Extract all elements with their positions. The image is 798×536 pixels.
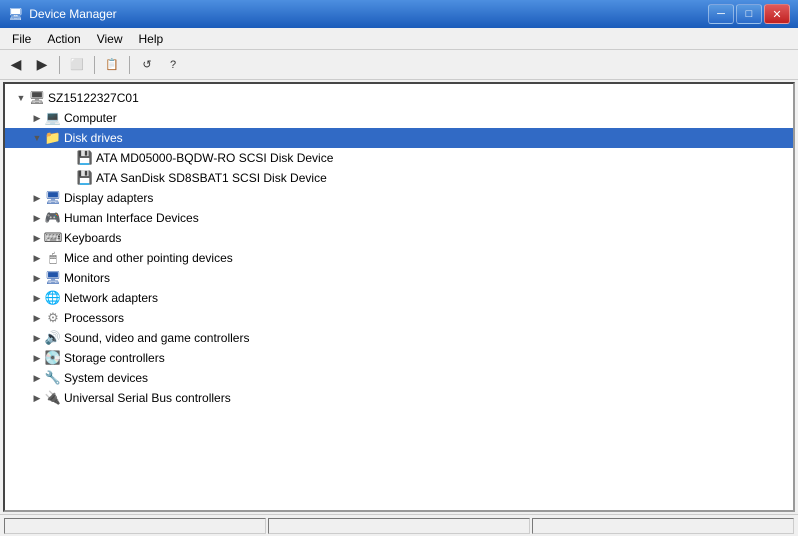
icon-computer: 🖥 [29, 90, 45, 106]
toggle-display[interactable]: ▶ [29, 190, 45, 206]
back-button[interactable]: ◀ [4, 54, 28, 76]
window-title: Device Manager [29, 7, 116, 21]
toggle-usb[interactable]: ▶ [29, 390, 45, 406]
label-disk2: ATA SanDisk SD8SBAT1 SCSI Disk Device [96, 171, 327, 185]
toggle-network[interactable]: ▶ [29, 290, 45, 306]
menu-bar: File Action View Help [0, 28, 798, 50]
status-pane-3 [532, 518, 794, 534]
maximize-button[interactable]: □ [736, 4, 762, 24]
window-icon: 🖥 [8, 7, 23, 21]
label-root: SZ15122327C01 [48, 91, 139, 105]
label-display: Display adapters [64, 191, 153, 205]
menu-action[interactable]: Action [39, 30, 88, 48]
toggle-keyboards[interactable]: ▶ [29, 230, 45, 246]
tree-item-mice[interactable]: ▶ 🖱 Mice and other pointing devices [5, 248, 793, 268]
minimize-button[interactable]: ─ [708, 4, 734, 24]
tree-item-root[interactable]: ▼ 🖥 SZ15122327C01 [5, 88, 793, 108]
toggle-root[interactable]: ▼ [13, 90, 29, 106]
title-bar-controls: ─ □ ✕ [708, 4, 790, 24]
toolbar-sep-1 [59, 56, 60, 74]
icon-monitors: 🖥 [45, 270, 61, 286]
toggle-storage[interactable]: ▶ [29, 350, 45, 366]
icon-computer-node: 💻 [45, 110, 61, 126]
icon-disk-drives: 📁 [45, 130, 61, 146]
tree-item-system[interactable]: ▶ 🔧 System devices [5, 368, 793, 388]
status-pane-2 [268, 518, 530, 534]
tree-item-disk-drives[interactable]: ▼ 📁 Disk drives [5, 128, 793, 148]
label-hid: Human Interface Devices [64, 211, 199, 225]
menu-view[interactable]: View [89, 30, 131, 48]
title-bar: 🖥 Device Manager ─ □ ✕ [0, 0, 798, 28]
label-disk-drives: Disk drives [64, 131, 123, 145]
label-monitors: Monitors [64, 271, 110, 285]
icon-system: 🔧 [45, 370, 61, 386]
status-pane-1 [4, 518, 266, 534]
title-bar-left: 🖥 Device Manager [8, 7, 117, 21]
help-button[interactable]: ? [161, 54, 185, 76]
label-processors: Processors [64, 311, 124, 325]
label-disk1: ATA MD05000-BQDW-RO SCSI Disk Device [96, 151, 333, 165]
tree-item-sound[interactable]: ▶ 🔊 Sound, video and game controllers [5, 328, 793, 348]
toolbar-sep-3 [129, 56, 130, 74]
tree-item-keyboards[interactable]: ▶ ⌨ Keyboards [5, 228, 793, 248]
icon-hid: 🎮 [45, 210, 61, 226]
forward-button[interactable]: ▶ [30, 54, 54, 76]
tree-item-disk1[interactable]: ▶ 💾 ATA MD05000-BQDW-RO SCSI Disk Device [5, 148, 793, 168]
toggle-disk-drives[interactable]: ▼ [29, 130, 45, 146]
toolbar: ◀ ▶ ⬜ 📋 ↺ ? [0, 50, 798, 80]
label-storage: Storage controllers [64, 351, 165, 365]
toggle-sound[interactable]: ▶ [29, 330, 45, 346]
tree-item-monitors[interactable]: ▶ 🖥 Monitors [5, 268, 793, 288]
icon-display: 🖥 [45, 190, 61, 206]
tree-item-disk2[interactable]: ▶ 💾 ATA SanDisk SD8SBAT1 SCSI Disk Devic… [5, 168, 793, 188]
toggle-hid[interactable]: ▶ [29, 210, 45, 226]
label-network: Network adapters [64, 291, 158, 305]
tree-item-network[interactable]: ▶ 🌐 Network adapters [5, 288, 793, 308]
icon-disk2: 💾 [77, 170, 93, 186]
label-system: System devices [64, 371, 148, 385]
icon-processors: ⚙ [45, 310, 61, 326]
tree-item-computer[interactable]: ▶ 💻 Computer [5, 108, 793, 128]
toolbar-sep-2 [94, 56, 95, 74]
tree-item-storage[interactable]: ▶ 💽 Storage controllers [5, 348, 793, 368]
toggle-mice[interactable]: ▶ [29, 250, 45, 266]
icon-mice: 🖱 [45, 250, 61, 266]
tree-item-display[interactable]: ▶ 🖥 Display adapters [5, 188, 793, 208]
toggle-computer[interactable]: ▶ [29, 110, 45, 126]
content-area[interactable]: ▼ 🖥 SZ15122327C01 ▶ 💻 Computer ▼ 📁 Disk … [3, 82, 795, 512]
tree-item-hid[interactable]: ▶ 🎮 Human Interface Devices [5, 208, 793, 228]
refresh-button[interactable]: ↺ [135, 54, 159, 76]
label-usb: Universal Serial Bus controllers [64, 391, 231, 405]
icon-network: 🌐 [45, 290, 61, 306]
label-sound: Sound, video and game controllers [64, 331, 249, 345]
icon-keyboards: ⌨ [45, 230, 61, 246]
label-computer: Computer [64, 111, 117, 125]
menu-file[interactable]: File [4, 30, 39, 48]
tree-item-usb[interactable]: ▶ 🔌 Universal Serial Bus controllers [5, 388, 793, 408]
toggle-processors[interactable]: ▶ [29, 310, 45, 326]
tree-view: ▼ 🖥 SZ15122327C01 ▶ 💻 Computer ▼ 📁 Disk … [5, 84, 793, 510]
close-button[interactable]: ✕ [764, 4, 790, 24]
icon-storage: 💽 [45, 350, 61, 366]
toggle-monitors[interactable]: ▶ [29, 270, 45, 286]
icon-disk1: 💾 [77, 150, 93, 166]
label-keyboards: Keyboards [64, 231, 121, 245]
icon-sound: 🔊 [45, 330, 61, 346]
toggle-system[interactable]: ▶ [29, 370, 45, 386]
label-mice: Mice and other pointing devices [64, 251, 233, 265]
properties-button[interactable]: 📋 [100, 54, 124, 76]
icon-usb: 🔌 [45, 390, 61, 406]
tree-item-processors[interactable]: ▶ ⚙ Processors [5, 308, 793, 328]
show-hide-button[interactable]: ⬜ [65, 54, 89, 76]
menu-help[interactable]: Help [131, 30, 172, 48]
status-bar [0, 514, 798, 536]
